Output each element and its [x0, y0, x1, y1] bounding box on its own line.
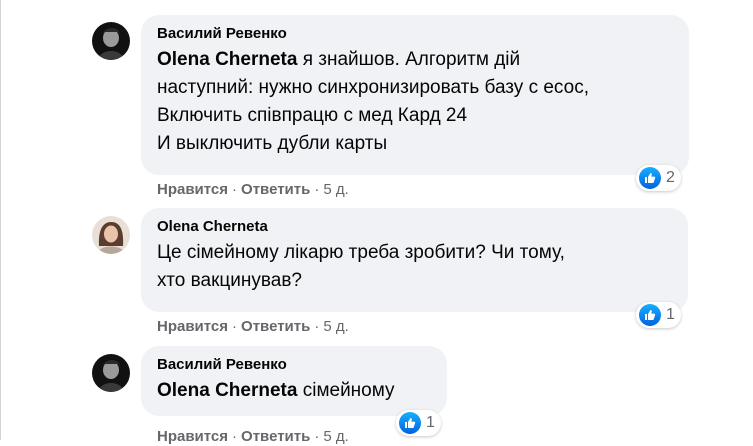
comment-bubble: Olena Cherneta Це сімейному лікарю треба… — [141, 208, 688, 312]
comment-actions: Нравится · Ответить · 5 д. — [157, 428, 349, 446]
comment-author[interactable]: Olena Cherneta — [157, 217, 674, 237]
comment-actions: Нравится · Ответить · 5 д. — [157, 318, 349, 336]
comment-text-line: Включить співпрацю с мед Кард 24 — [157, 105, 468, 126]
separator: · — [314, 181, 320, 198]
comment-text-line: хто вакцинував? — [157, 270, 302, 291]
comment-text-line: Це сімейному лікарю треба зробити? Чи то… — [157, 242, 565, 263]
reply-button[interactable]: Ответить — [241, 318, 310, 335]
comment-actions: Нравится · Ответить · 5 д. — [157, 181, 349, 199]
separator: · — [232, 318, 238, 335]
reply-button[interactable]: Ответить — [241, 428, 310, 445]
separator: · — [232, 428, 238, 445]
comment-bubble: Василий Ревенко Olena Cherneta я знайшов… — [141, 15, 689, 175]
separator: · — [314, 428, 320, 445]
comment-text: Olena Cherneta я знайшов. Алгоритм дій н… — [157, 46, 675, 158]
timestamp[interactable]: 5 д. — [323, 318, 348, 335]
comment-author[interactable]: Василий Ревенко — [157, 24, 675, 44]
mention-link[interactable]: Olena Cherneta — [157, 380, 297, 401]
comment-text: Olena Cherneta сімейному — [157, 377, 433, 405]
reaction-summary[interactable]: 1 — [396, 410, 441, 436]
thumbs-up-icon — [639, 167, 661, 189]
avatar[interactable] — [92, 354, 130, 392]
reaction-summary[interactable]: 1 — [636, 302, 681, 328]
comment-bubble: Василий Ревенко Olena Cherneta сімейному — [141, 346, 447, 416]
avatar[interactable] — [92, 216, 130, 254]
mention-link[interactable]: Olena Cherneta — [157, 49, 297, 70]
like-button[interactable]: Нравится — [157, 318, 228, 335]
comment-text-line: И выключить дубли карты — [157, 133, 388, 154]
like-button[interactable]: Нравится — [157, 428, 228, 445]
like-count: 2 — [666, 169, 675, 186]
comment-text: Це сімейному лікарю треба зробити? Чи то… — [157, 239, 674, 295]
like-button[interactable]: Нравится — [157, 181, 228, 198]
comment-author[interactable]: Василий Ревенко — [157, 355, 433, 375]
timestamp[interactable]: 5 д. — [323, 428, 348, 445]
comment-text-line: наступний: нужно синхронизировать базу с… — [157, 77, 589, 98]
reaction-summary[interactable]: 2 — [636, 165, 681, 191]
avatar[interactable] — [92, 22, 130, 60]
reply-button[interactable]: Ответить — [241, 181, 310, 198]
separator: · — [232, 181, 238, 198]
like-count: 1 — [666, 306, 675, 323]
separator: · — [314, 318, 320, 335]
thumbs-up-icon — [639, 304, 661, 326]
comment-text-line: сімейному — [297, 380, 395, 401]
timestamp[interactable]: 5 д. — [323, 181, 348, 198]
like-count: 1 — [426, 414, 435, 431]
comment-text-line: я знайшов. Алгоритм дій — [297, 49, 521, 70]
thumbs-up-icon — [399, 412, 421, 434]
left-divider — [0, 0, 1, 440]
